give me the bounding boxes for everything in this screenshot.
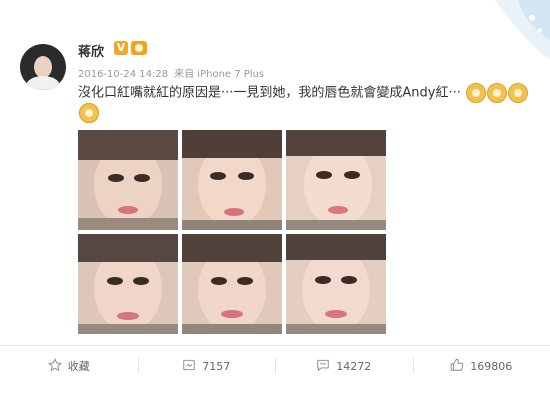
photo-thumbnail[interactable] bbox=[286, 234, 386, 334]
emoji-icon bbox=[487, 83, 508, 103]
emoji-icon bbox=[79, 102, 99, 123]
level-badge-icon bbox=[131, 41, 147, 55]
thumbs-up-icon bbox=[450, 358, 464, 375]
photo-thumbnail[interactable] bbox=[182, 130, 282, 230]
repost-button[interactable]: 7157 bbox=[137, 346, 276, 386]
bottom-spacer bbox=[0, 386, 550, 412]
comment-button[interactable]: 14272 bbox=[275, 346, 413, 386]
repost-icon bbox=[182, 358, 196, 375]
photo-thumbnail[interactable] bbox=[78, 130, 178, 230]
emoji-icon bbox=[508, 83, 529, 103]
post-source: 来自 iPhone 7 Plus bbox=[174, 69, 265, 80]
like-count: 169806 bbox=[470, 359, 513, 373]
post-meta: 2016-10-24 14:28 来自 iPhone 7 Plus bbox=[78, 65, 270, 80]
photo-thumbnail[interactable] bbox=[286, 130, 386, 230]
photo-thumbnail[interactable] bbox=[78, 234, 178, 334]
action-bar: 收藏 7157 14272 169806 bbox=[0, 346, 550, 386]
emoji-row bbox=[78, 102, 99, 123]
photo-grid bbox=[78, 130, 386, 334]
star-icon bbox=[47, 357, 62, 375]
repost-count: 7157 bbox=[202, 359, 231, 373]
post-text-block: 沒化口紅嘴就紅的原因是···一見到她，我的唇色就會變成Andy紅··· bbox=[78, 83, 538, 123]
verified-badge: V bbox=[114, 41, 128, 55]
comment-count: 14272 bbox=[336, 359, 372, 373]
post-text: 沒化口紅嘴就紅的原因是···一見到她，我的唇色就會變成Andy紅··· bbox=[78, 85, 461, 101]
author-name[interactable]: 蒋欣 bbox=[78, 41, 104, 60]
favorite-label: 收藏 bbox=[67, 360, 90, 373]
like-button[interactable]: 169806 bbox=[412, 346, 550, 386]
author-avatar[interactable] bbox=[20, 44, 66, 90]
emoji-icon bbox=[466, 83, 487, 103]
comment-icon bbox=[316, 358, 330, 375]
corner-decoration bbox=[495, 0, 550, 60]
favorite-button[interactable]: 收藏 bbox=[0, 346, 138, 386]
photo-thumbnail[interactable] bbox=[182, 234, 282, 334]
post-timestamp[interactable]: 2016-10-24 14:28 bbox=[78, 69, 168, 80]
